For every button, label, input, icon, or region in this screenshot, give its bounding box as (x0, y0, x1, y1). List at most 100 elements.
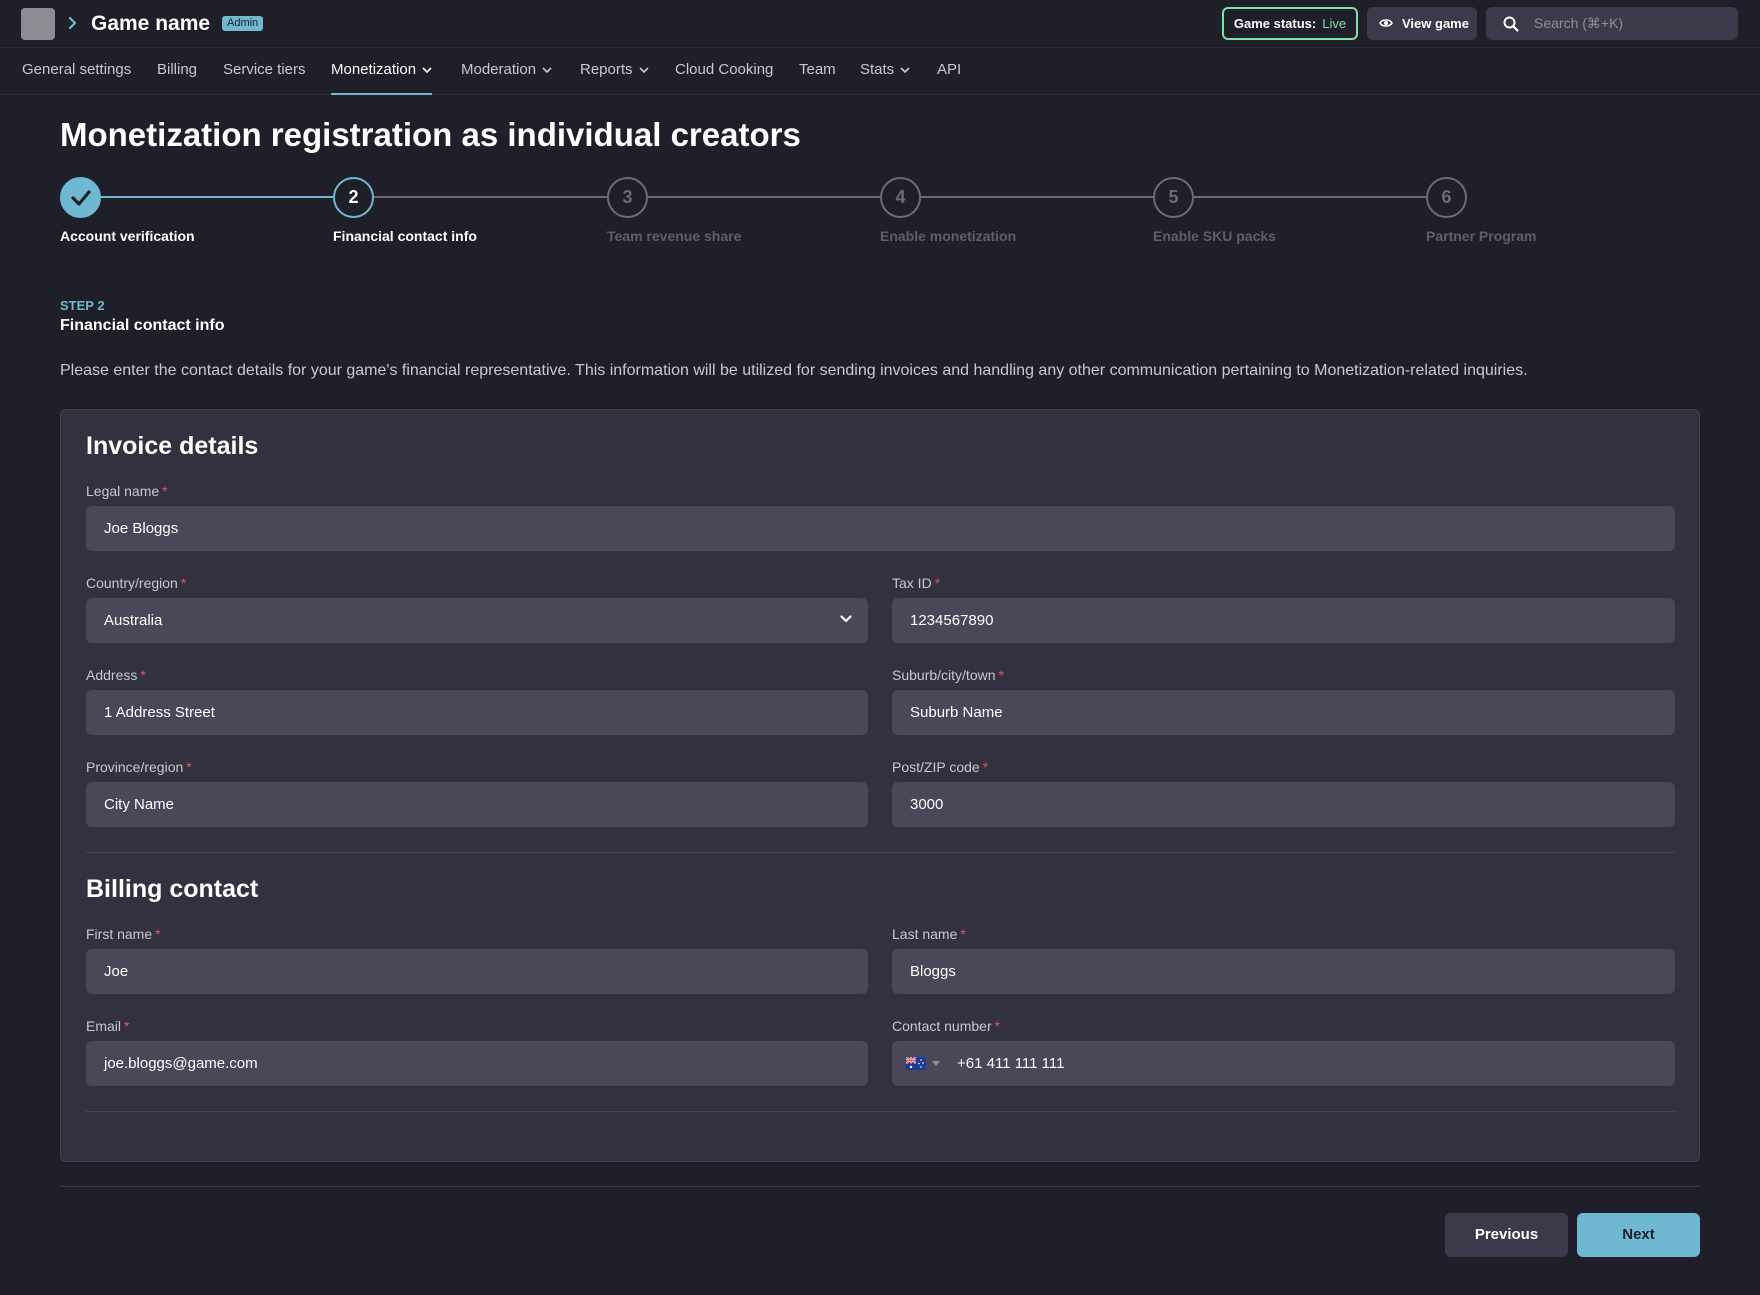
tax-id-label: Tax ID * (892, 574, 940, 592)
tab-team[interactable]: Team (799, 48, 836, 95)
label-text: Contact number (892, 1018, 992, 1034)
view-game-label: View game (1402, 16, 1469, 31)
game-status-value: Live (1322, 16, 1347, 31)
tab-label: Moderation (461, 61, 537, 78)
game-status-pill[interactable]: Game status: Live (1222, 7, 1358, 40)
last-name-label: Last name * (892, 925, 966, 943)
step-2-label: Financial contact info (333, 228, 477, 244)
address-field[interactable]: 1 Address Street (86, 690, 868, 735)
email-label: Email * (86, 1017, 129, 1035)
step-3-label: Team revenue share (607, 228, 742, 244)
nav-tabs: General settings Billing Service tiers M… (0, 48, 1760, 95)
tab-label: Team (799, 61, 836, 78)
required-marker: * (180, 575, 187, 591)
step-connector (101, 196, 334, 198)
contact-number-value: +61 411 111 111 (957, 1055, 1065, 1072)
label-text: Tax ID (892, 575, 932, 591)
chevron-down-icon (542, 67, 552, 74)
tab-moderation[interactable]: Moderation (461, 48, 552, 95)
checkmark-icon (71, 190, 91, 206)
suburb-field[interactable]: Suburb Name (892, 690, 1675, 735)
step-1-label: Account verification (60, 228, 195, 244)
label-text: First name (86, 926, 153, 942)
tab-service-tiers[interactable]: Service tiers (223, 48, 306, 95)
contact-number-field[interactable]: +61 411 111 111 (892, 1041, 1675, 1086)
legal-name-field[interactable]: Joe Bloggs (86, 506, 1675, 551)
chevron-down-icon[interactable] (932, 1061, 940, 1066)
top-bar: Game name Admin Game status: Live View ga… (0, 0, 1760, 48)
country-select[interactable]: Australia (86, 598, 868, 643)
tab-label: Service tiers (223, 61, 306, 78)
admin-badge: Admin (222, 16, 264, 31)
country-value: Australia (104, 612, 163, 629)
australia-flag-icon[interactable] (906, 1057, 926, 1070)
game-status-label: Game status: (1233, 16, 1317, 31)
tab-cloud-cooking[interactable]: Cloud Cooking (675, 48, 773, 95)
label-text: Legal name (86, 483, 160, 499)
step-6-label: Partner Program (1426, 228, 1537, 244)
tax-id-field[interactable]: 1234567890 (892, 598, 1675, 643)
page-title: Monetization registration as individual … (60, 116, 801, 153)
chevron-down-icon (900, 67, 910, 74)
tab-api[interactable]: API (937, 48, 961, 95)
label-text: Post/ZIP code (892, 759, 980, 775)
step-4-label: Enable monetization (880, 228, 1017, 244)
required-marker: * (960, 926, 966, 942)
email-field[interactable]: joe.bloggs@game.com (86, 1041, 868, 1086)
eye-icon (1379, 19, 1393, 27)
step-2-indicator[interactable]: 2 (333, 177, 374, 218)
step-5-indicator: 5 (1153, 177, 1194, 218)
view-game-button[interactable]: View game (1367, 7, 1477, 40)
tab-stats[interactable]: Stats (860, 48, 910, 95)
search-icon (1503, 16, 1519, 32)
tab-reports[interactable]: Reports (580, 48, 649, 95)
tab-label: Cloud Cooking (675, 61, 774, 78)
step-connector (1194, 196, 1427, 198)
section-divider (86, 852, 1675, 853)
tab-billing[interactable]: Billing (157, 48, 197, 95)
label-text: Last name (892, 926, 958, 942)
label-text: Country/region (86, 575, 178, 591)
game-name[interactable]: Game name (91, 10, 210, 38)
province-field[interactable]: City Name (86, 782, 868, 827)
first-name-field[interactable]: Joe (86, 949, 868, 994)
tab-label: Stats (860, 61, 895, 78)
required-marker: * (994, 1018, 1001, 1034)
required-marker: * (155, 926, 161, 942)
chevron-right-icon (68, 16, 77, 30)
last-name-field[interactable]: Bloggs (892, 949, 1675, 994)
required-marker: * (186, 759, 192, 775)
tab-general-settings[interactable]: General settings (22, 48, 131, 95)
legal-name-label: Legal name * (86, 482, 168, 500)
step-connector (921, 196, 1154, 198)
step-5-label: Enable SKU packs (1153, 228, 1276, 244)
game-thumbnail[interactable] (21, 8, 55, 40)
label-text: Email (86, 1018, 122, 1034)
required-marker: * (140, 667, 146, 683)
suburb-label: Suburb/city/town * (892, 666, 1004, 684)
tab-label: Billing (157, 61, 198, 78)
contact-number-label: Contact number * (892, 1017, 1000, 1035)
tab-label: Monetization (331, 61, 417, 78)
invoice-details-title: Invoice details (86, 432, 259, 460)
previous-button[interactable]: Previous (1445, 1213, 1568, 1257)
step-heading: Financial contact info (60, 317, 225, 334)
step-1-indicator[interactable] (60, 177, 101, 218)
postcode-label: Post/ZIP code * (892, 758, 988, 776)
step-connector (648, 196, 881, 198)
required-marker: * (982, 759, 989, 775)
province-label: Province/region * (86, 758, 192, 776)
section-divider (86, 1111, 1675, 1112)
chevron-down-icon (422, 67, 432, 74)
next-button[interactable]: Next (1577, 1213, 1700, 1257)
search-input[interactable]: Search (⌘+K) (1486, 7, 1738, 40)
required-marker: * (162, 483, 168, 499)
label-text: Province/region (86, 759, 184, 775)
first-name-label: First name * (86, 925, 161, 943)
label-text: Suburb/city/town (892, 667, 996, 683)
step-6-indicator: 6 (1426, 177, 1467, 218)
step-kicker: STEP 2 (60, 298, 105, 313)
step-3-indicator: 3 (607, 177, 648, 218)
postcode-field[interactable]: 3000 (892, 782, 1675, 827)
tab-monetization[interactable]: Monetization (331, 48, 433, 95)
